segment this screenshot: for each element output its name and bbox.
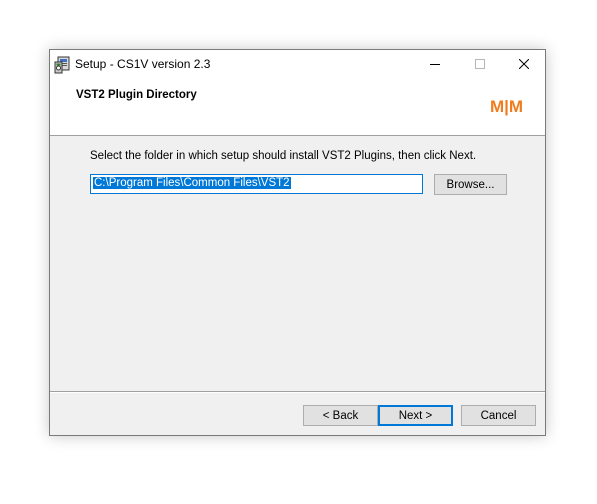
maximize-icon — [474, 56, 485, 74]
wizard-header: VST2 Plugin Directory M|M — [50, 80, 545, 136]
setup-installer-icon[interactable] — [54, 56, 72, 74]
setup-window: Setup - CS1V version 2.3 VST2 Plugin Dir… — [49, 49, 546, 436]
next-button[interactable]: Next > — [378, 405, 453, 426]
brand-logo: M|M — [490, 97, 524, 116]
back-button[interactable]: < Back — [303, 405, 378, 426]
window-title: Setup - CS1V version 2.3 — [75, 57, 211, 71]
install-path-input[interactable]: C:\Program Files\Common Files\VST2 — [90, 174, 423, 194]
title-bar[interactable]: Setup - CS1V version 2.3 — [50, 50, 545, 80]
page-title: VST2 Plugin Directory — [76, 89, 197, 101]
minimize-button[interactable] — [412, 50, 457, 80]
wizard-content: Select the folder in which setup should … — [50, 136, 545, 391]
instructions-text: Select the folder in which setup should … — [90, 150, 477, 162]
minimize-icon — [429, 56, 440, 74]
maximize-button[interactable] — [457, 50, 502, 80]
browse-button[interactable]: Browse... — [434, 174, 507, 195]
install-path-value: C:\Program Files\Common Files\VST2 — [93, 177, 291, 189]
cancel-button[interactable]: Cancel — [461, 405, 536, 426]
footer-divider — [50, 391, 545, 393]
close-icon — [518, 56, 529, 74]
close-button[interactable] — [501, 50, 546, 80]
